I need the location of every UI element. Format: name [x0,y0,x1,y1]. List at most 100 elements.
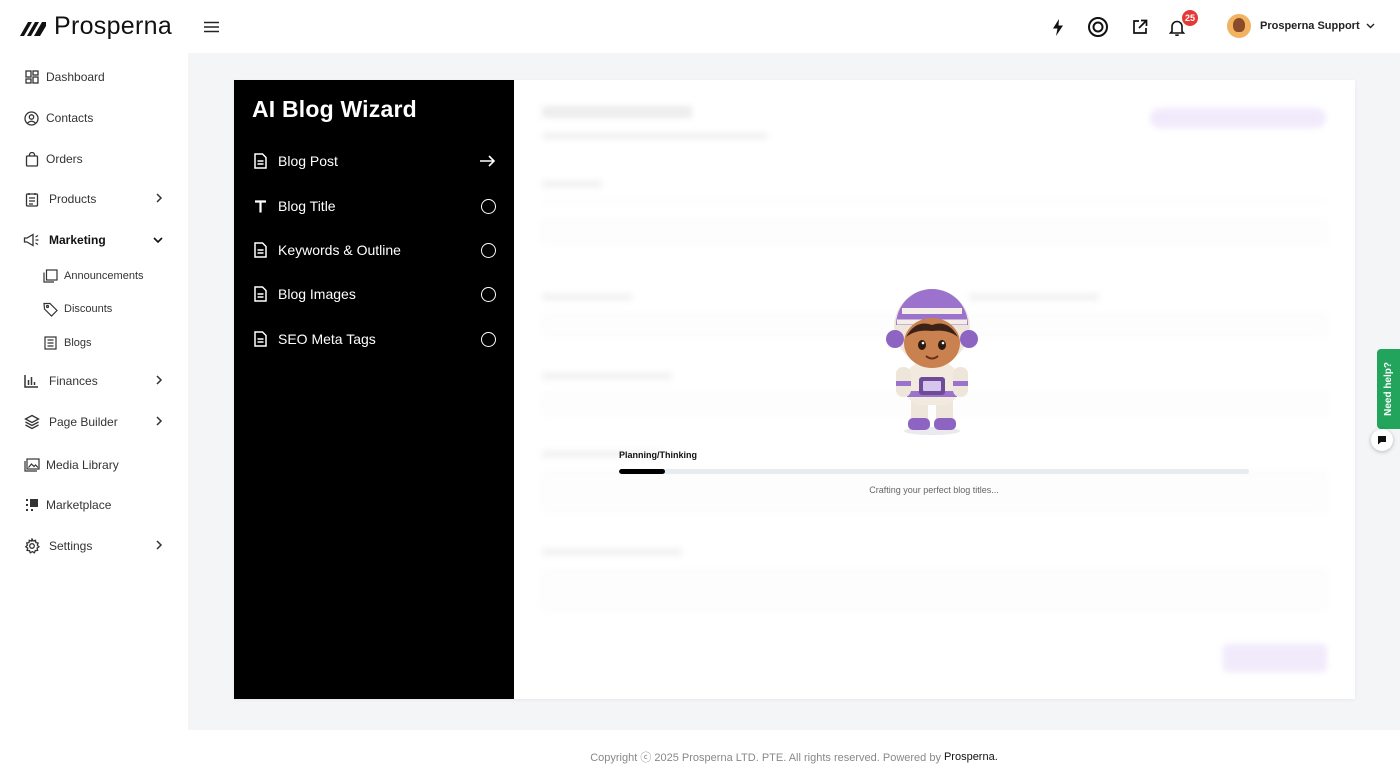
image-icon [23,457,40,474]
footer-brand-link[interactable]: Prosperna. [944,751,998,763]
sidebar-item-label: Marketplace [46,498,112,512]
sidebar-subitem-label: Discounts [64,303,113,315]
progress-bar [619,469,1249,474]
sidebar-item-label: Page Builder [49,415,118,429]
sidebar-subitem-discounts[interactable]: Discounts [0,295,188,323]
arrow-right-icon [480,153,496,169]
sidebar-item-dashboard[interactable]: Dashboard [0,59,188,95]
megaphone-icon [23,232,40,249]
brand-name: Prosperna [54,12,173,40]
progress-caption: Crafting your perfect blog titles... [869,485,999,495]
chevron-down-icon [153,237,163,244]
sidebar-item-marketplace[interactable]: Marketplace [0,487,188,523]
sidebar-item-label: Media Library [46,458,119,472]
hamburger-menu-icon[interactable] [204,20,219,38]
products-icon [23,191,40,208]
circle-status-icon [480,286,496,302]
chart-icon [23,373,40,390]
loading-overlay: Planning/Thinking Crafting your perfect … [619,280,1251,510]
announcement-icon [42,268,59,285]
chevron-down-icon [1366,23,1375,29]
blog-wizard-card: AI Blog Wizard Blog Post Blog Title Keyw… [234,80,1355,699]
wizard-step-label: Blog Title [278,198,336,214]
bell-icon[interactable]: 25 [1165,10,1198,39]
external-link-icon[interactable] [1128,15,1152,39]
contacts-icon [23,110,40,127]
wizard-step-label: SEO Meta Tags [278,331,376,347]
chevron-right-icon [156,375,163,385]
sidebar-subitem-blogs[interactable]: Blogs [0,329,188,357]
dashboard-icon [23,69,40,86]
sidebar-item-label: Settings [49,539,93,553]
blurred-submit-button [1223,644,1327,672]
wizard-title: AI Blog Wizard [252,96,417,122]
blurred-label [542,548,682,556]
sidebar-item-finances[interactable]: Finances [0,363,188,399]
blurred-textarea [542,570,1327,610]
wizard-step-blog-images[interactable]: Blog Images [252,279,496,309]
chevron-right-icon [156,193,163,203]
astronaut-mascot-icon [886,289,978,435]
sidebar-item-label: Contacts [46,111,94,125]
document-icon [252,331,269,348]
wizard-step-seo-meta-tags[interactable]: SEO Meta Tags [252,324,496,354]
sidebar-item-marketing[interactable]: Marketing [0,222,188,258]
footer: Copyright ⓒ 2025 Prosperna LTD. PTE. All… [188,730,1400,784]
avatar [1227,14,1251,38]
chevron-right-icon [156,540,163,550]
wizard-steps-panel: AI Blog Wizard Blog Post Blog Title Keyw… [234,80,514,699]
target-icon[interactable] [1086,15,1110,39]
sidebar-item-orders[interactable]: Orders [0,141,188,177]
wizard-step-label: Blog Post [278,153,338,169]
sidebar: Prosperna Dashboard Contacts Orders Prod… [0,0,188,784]
wizard-step-label: Blog Images [278,286,356,302]
copyright-text: Copyright ⓒ 2025 Prosperna LTD. PTE. All… [590,752,941,764]
progress-label: Planning/Thinking [619,450,697,460]
document-icon [252,153,269,170]
wizard-step-keywords-outline[interactable]: Keywords & Outline [252,235,496,265]
layers-icon [23,414,40,431]
sidebar-item-label: Dashboard [46,70,105,84]
topbar: 25 Prosperna Support [188,0,1400,53]
sidebar-item-products[interactable]: Products [0,181,188,217]
marketplace-icon [23,497,40,514]
need-help-tab[interactable]: Need help? [1377,349,1400,429]
document-icon [252,286,269,303]
blurred-subheading [542,132,767,140]
brand-logo[interactable]: Prosperna [18,12,172,41]
sidebar-item-settings[interactable]: Settings [0,528,188,564]
sidebar-item-page-builder[interactable]: Page Builder [0,404,188,440]
user-name: Prosperna Support [1260,20,1360,32]
wizard-step-label: Keywords & Outline [278,242,401,258]
need-help-label: Need help? [1383,362,1394,416]
blog-icon [42,335,59,352]
notification-badge: 25 [1181,10,1198,26]
blurred-heading [542,106,692,118]
gear-icon [23,538,40,555]
circle-status-icon [480,198,496,214]
blurred-input [542,220,1327,244]
chevron-right-icon [156,416,163,426]
user-menu[interactable]: Prosperna Support [1227,14,1375,38]
sidebar-item-label: Marketing [49,233,106,247]
lightning-icon[interactable] [1046,15,1070,39]
sidebar-subitem-label: Announcements [64,270,144,282]
sidebar-item-label: Finances [49,374,98,388]
sidebar-item-media-library[interactable]: Media Library [0,447,188,483]
orders-icon [23,151,40,168]
chat-icon[interactable] [1371,429,1393,451]
sidebar-item-label: Products [49,192,97,206]
progress-bar-fill [619,469,665,474]
wizard-step-blog-post[interactable]: Blog Post [252,146,496,176]
wizard-step-blog-title[interactable]: Blog Title [252,191,496,221]
blurred-divider [542,201,1327,202]
sidebar-subitem-label: Blogs [64,337,92,349]
sidebar-subitem-announcements[interactable]: Announcements [0,262,188,290]
blurred-label [542,180,602,188]
sidebar-item-contacts[interactable]: Contacts [0,100,188,136]
sidebar-item-label: Orders [46,152,83,166]
text-format-icon [252,198,269,215]
prosperna-logo-icon [20,21,46,36]
circle-status-icon [480,331,496,347]
document-icon [252,242,269,259]
